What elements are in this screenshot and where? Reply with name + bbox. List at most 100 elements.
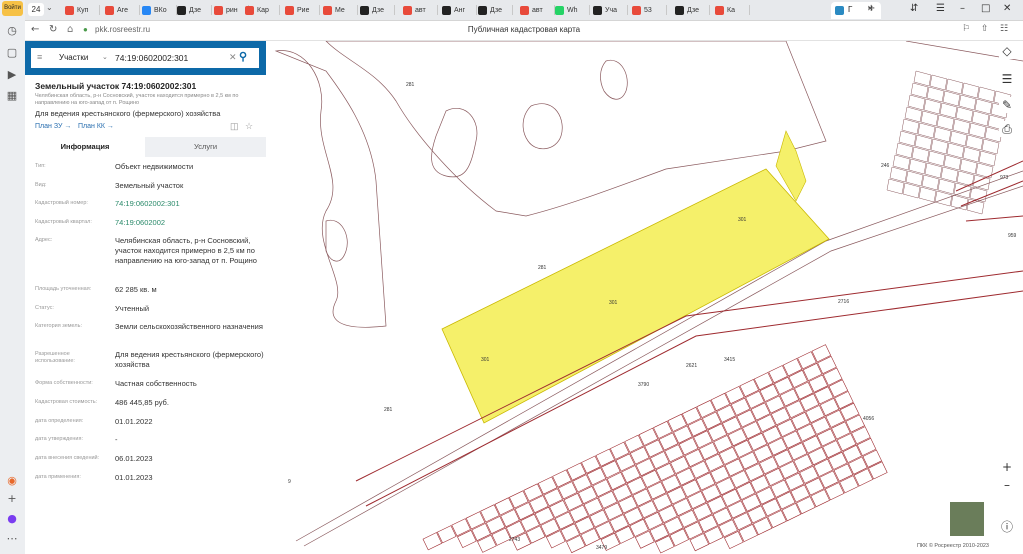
browser-tab[interactable]: Ме bbox=[323, 2, 345, 18]
info-row-label: дата утверждения: bbox=[35, 436, 84, 442]
tabs-dropdown-icon[interactable]: ⌄ bbox=[46, 3, 53, 12]
browser-tab[interactable]: авт bbox=[403, 2, 426, 18]
browser-tab[interactable]: рин bbox=[214, 2, 238, 18]
browser-tab[interactable]: 53 bbox=[632, 2, 652, 18]
bookmark-icon[interactable]: ⚐ bbox=[962, 24, 970, 34]
browser-tab[interactable]: Куп bbox=[65, 2, 88, 18]
map-label: 3479 bbox=[596, 545, 607, 551]
cadastral-map[interactable]: 281 246 301 281 301 301 281 9 2716 2621 3790 973 959… bbox=[266, 41, 1023, 554]
info-row-link[interactable]: 74:19:0602002:301 bbox=[115, 199, 265, 209]
browser-tab[interactable]: Анг bbox=[442, 2, 465, 18]
tab-information[interactable]: Информация bbox=[25, 137, 145, 157]
browser-tab[interactable]: Ка bbox=[715, 2, 735, 18]
info-row-value: 01.01.2023 bbox=[115, 473, 153, 482]
tab-favicon-icon bbox=[632, 5, 641, 15]
browser-tab[interactable]: Уча bbox=[593, 2, 617, 18]
info-row-value: 62 285 кв. м bbox=[115, 285, 157, 294]
search-box[interactable]: ≡ Участки ⌄ 74:19:0602002:301 ✕ ⚲ bbox=[31, 48, 259, 68]
assistant-icon[interactable]: ● bbox=[5, 512, 19, 526]
layers-list-icon[interactable]: ≡ bbox=[37, 52, 42, 62]
info-row-link[interactable]: 74:19:0602002 bbox=[115, 218, 265, 228]
clear-search-icon[interactable]: ✕ bbox=[229, 52, 237, 63]
tab-services[interactable]: Услуги bbox=[145, 137, 266, 157]
browser-tab[interactable]: Wh bbox=[555, 2, 578, 18]
play-icon[interactable]: ▶ bbox=[4, 66, 20, 82]
layers-icon[interactable]: ◇ bbox=[999, 43, 1015, 59]
browser-tab[interactable]: Дзе bbox=[177, 2, 201, 18]
tab-label: Анг bbox=[454, 6, 466, 14]
tab-favicon-icon bbox=[214, 5, 223, 15]
basemap-thumbnail[interactable] bbox=[949, 501, 985, 537]
browser-tab[interactable]: авт bbox=[520, 2, 543, 18]
search-type-select[interactable]: Участки bbox=[59, 53, 88, 62]
more-icon[interactable]: ⋯ bbox=[5, 532, 19, 546]
plan-kk-link[interactable]: План КК → bbox=[78, 123, 114, 130]
alice-icon[interactable]: ◉ bbox=[5, 474, 19, 488]
info-row-label: Разрешенное использование: bbox=[35, 351, 75, 364]
plan-zu-link[interactable]: План ЗУ → bbox=[35, 123, 71, 130]
map-label: 281 bbox=[538, 265, 547, 271]
parcel-outline bbox=[522, 103, 563, 149]
browser-sidebar: Войти ◷ ▢ ▶ ▦ ◉ + ● ⋯ bbox=[0, 0, 26, 554]
tab-favicon-icon bbox=[285, 5, 294, 15]
parcel-outline bbox=[600, 59, 628, 100]
tab-separator bbox=[627, 5, 628, 15]
selected-parcel-301[interactable] bbox=[441, 168, 830, 424]
zoom-in-button[interactable]: + bbox=[999, 459, 1015, 475]
tab-count[interactable]: 24 bbox=[28, 3, 44, 16]
browser-tab[interactable]: ВКо bbox=[142, 2, 167, 18]
browser-tab[interactable]: Аге bbox=[105, 2, 128, 18]
tab-favicon-icon bbox=[478, 5, 487, 15]
search-input[interactable]: 74:19:0602002:301 bbox=[115, 53, 188, 63]
tab-separator bbox=[437, 5, 438, 15]
browser-tab[interactable]: Дзе bbox=[478, 2, 502, 18]
window-close-icon[interactable]: ✕ bbox=[1003, 3, 1011, 14]
map-label: 4056 bbox=[863, 416, 874, 422]
address-bar: ← ↻ ⌂ ● pkk.rosreestr.ru Публичная кадас… bbox=[25, 21, 1023, 41]
info-row-label: Вид: bbox=[35, 182, 47, 188]
copy-link-icon[interactable]: ◫ bbox=[230, 121, 239, 131]
minimize-icon[interactable]: – bbox=[960, 3, 965, 14]
browser-tab[interactable]: Дзе bbox=[360, 2, 384, 18]
new-tab-icon[interactable]: + bbox=[867, 3, 875, 14]
downloads-icon[interactable]: ⇵ bbox=[910, 3, 918, 14]
print-icon[interactable]: ⎙ bbox=[999, 121, 1015, 137]
info-row-label: Кадастровая стоимость: bbox=[35, 399, 98, 405]
info-row-value: - bbox=[115, 435, 118, 444]
map-canvas[interactable]: 281 246 301 281 301 301 281 9 2716 2621 3790 973 959… bbox=[266, 41, 1023, 554]
chevron-down-icon[interactable]: ⌄ bbox=[102, 53, 108, 61]
history-icon[interactable]: ◷ bbox=[4, 22, 20, 38]
share-icon[interactable]: ⇧ bbox=[981, 24, 989, 34]
zoom-out-button[interactable]: – bbox=[999, 477, 1015, 493]
tab-label: Дзе bbox=[189, 6, 201, 14]
map-label: 973 bbox=[1000, 175, 1009, 181]
tab-label: Дзе bbox=[687, 6, 699, 14]
map-label: 3415 bbox=[724, 357, 735, 363]
search-icon[interactable]: ⚲ bbox=[239, 50, 247, 63]
tab-favicon-icon bbox=[403, 5, 412, 15]
favorite-star-icon[interactable]: ☆ bbox=[245, 121, 253, 131]
info-row-label: дата применения: bbox=[35, 474, 81, 480]
extensions-icon[interactable]: ☷ bbox=[1000, 24, 1008, 34]
maximize-icon[interactable]: □ bbox=[981, 3, 990, 14]
add-panel-icon[interactable]: + bbox=[5, 492, 19, 506]
info-icon[interactable]: ⓘ bbox=[999, 519, 1015, 535]
map-label: 2743 bbox=[509, 537, 520, 543]
layers-stack-icon[interactable]: ☰ bbox=[999, 71, 1015, 87]
tab-label: 53 bbox=[644, 6, 652, 14]
yandex-account-button[interactable]: Войти bbox=[2, 1, 23, 16]
info-row-label: Кадастровый номер: bbox=[35, 200, 88, 206]
calendar-icon[interactable]: ▦ bbox=[4, 87, 20, 103]
tab-bar: 24 ⌄ Куп Аге ВКо Дзе рин Кар Рие Ме Дзе авт Анг Дзе… bbox=[25, 0, 1023, 21]
browser-tab[interactable]: Дзе bbox=[675, 2, 699, 18]
tab-label: ВКо bbox=[154, 6, 167, 14]
collections-icon[interactable]: ▢ bbox=[4, 44, 20, 60]
menu-icon[interactable]: ☰ bbox=[936, 3, 945, 14]
tab-label: авт bbox=[532, 6, 543, 14]
tab-separator bbox=[476, 5, 477, 15]
info-row-value: Для ведения крестьянского (фермерского) … bbox=[115, 350, 264, 369]
search-bar: ≡ Участки ⌄ 74:19:0602002:301 ✕ ⚲ ‹ bbox=[25, 41, 266, 75]
browser-tab[interactable]: Рие bbox=[285, 2, 309, 18]
browser-tab[interactable]: Кар bbox=[245, 2, 269, 18]
ruler-icon[interactable]: ✎ bbox=[999, 97, 1015, 113]
